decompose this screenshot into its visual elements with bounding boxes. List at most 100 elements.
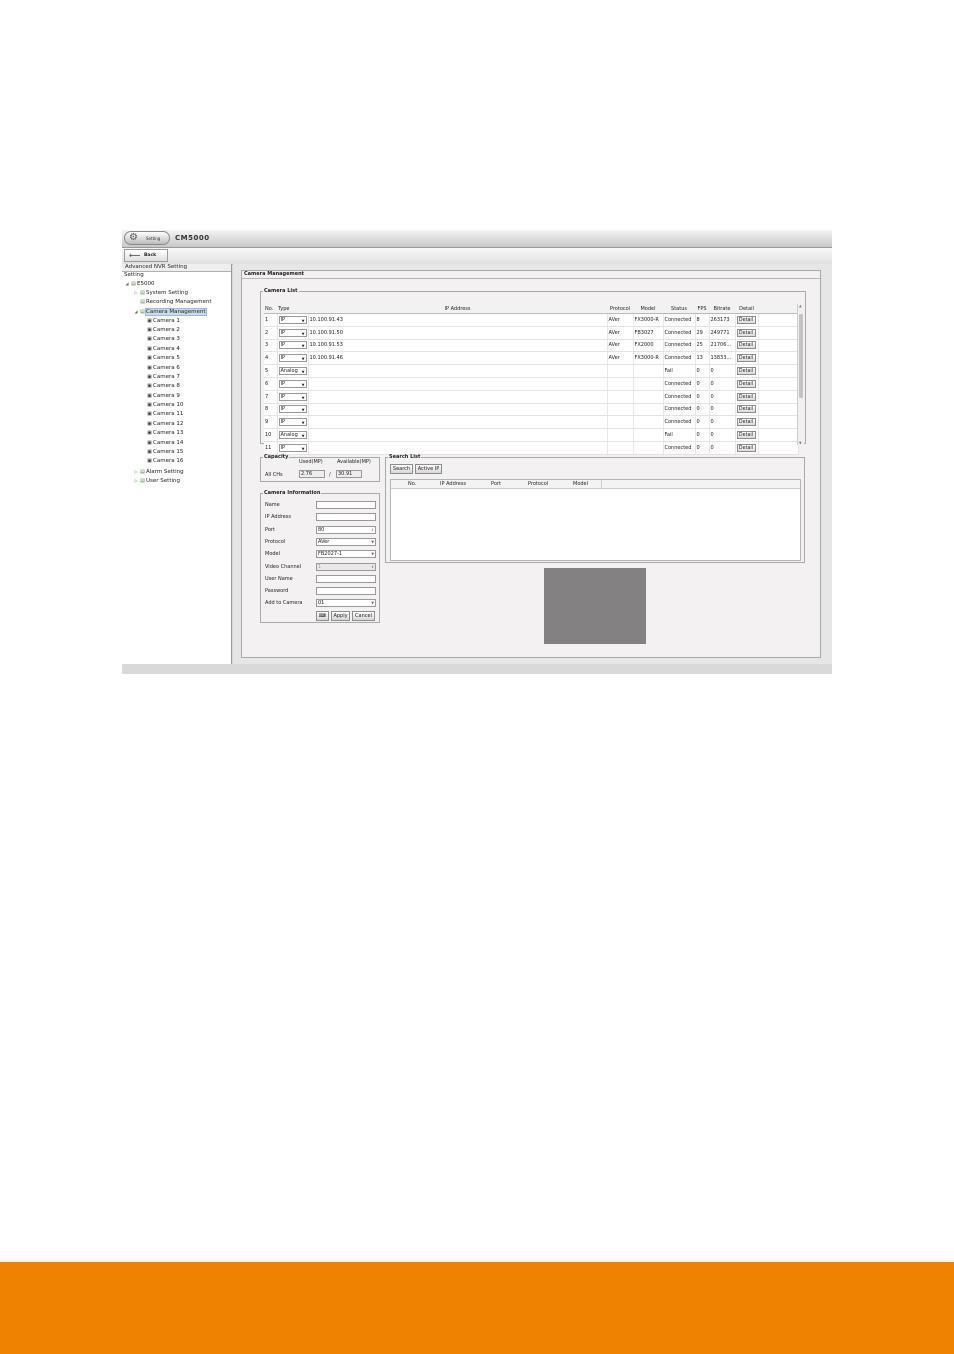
table-row[interactable]: 1 IP ▼ 10.100.91.43 AVer FX3000-R Connected 8 26… <box>264 313 799 327</box>
cell-detail[interactable]: Detail <box>735 351 759 366</box>
cell-type[interactable]: IP ▼ <box>277 313 309 327</box>
cell-detail[interactable]: Detail <box>735 441 759 455</box>
cell-type[interactable]: IP ▼ <box>277 339 309 353</box>
detail-button[interactable]: Detail <box>736 367 756 376</box>
back-button[interactable]: ⟵ Back <box>124 249 168 262</box>
cell-type[interactable]: IP ▼ <box>277 390 309 404</box>
detail-button[interactable]: Detail <box>736 354 756 363</box>
detail-button[interactable]: Detail <box>736 341 756 350</box>
tree-item[interactable]: ▣Camera 1 <box>122 317 231 326</box>
table-row[interactable]: 6 IP ▼ Connected 0 0 Detail <box>264 377 799 391</box>
tree-item[interactable]: ▣Camera 5 <box>122 354 231 363</box>
type-select[interactable]: IP ▼ <box>278 379 307 388</box>
detail-button[interactable]: Detail <box>736 418 756 427</box>
tree-item[interactable]: ▣Camera 14 <box>122 439 231 448</box>
type-select[interactable]: IP ▼ <box>278 328 307 337</box>
tree-item[interactable]: ▣Camera 3 <box>122 335 231 344</box>
type-select[interactable]: IP ▼ <box>278 354 307 363</box>
cell-ip: 10.100.91.53 <box>308 339 608 353</box>
tree-item[interactable]: ▣Camera 13 <box>122 429 231 438</box>
detail-button[interactable]: Detail <box>736 379 756 388</box>
cancel-button[interactable]: Cancel <box>352 611 375 621</box>
tree-item[interactable]: ▣Camera 15 <box>122 448 231 457</box>
detail-button[interactable]: Detail <box>736 315 756 324</box>
tree-item[interactable]: ▣Camera 10 <box>122 401 231 410</box>
table-row[interactable]: 9 IP ▼ Connected 0 0 Detail <box>264 415 799 430</box>
tree-item[interactable]: ▷ ▤Alarm Setting <box>122 467 231 476</box>
tree-item[interactable]: ◢ ▤Camera Management <box>122 307 231 317</box>
camera-list-scrollbar[interactable]: ▲ ▼ <box>797 304 804 445</box>
detail-button[interactable]: Detail <box>736 328 756 337</box>
cell-type[interactable]: IP ▼ <box>277 351 309 366</box>
table-row[interactable]: 7 IP ▼ Connected 0 0 Detail <box>264 390 799 404</box>
cell-type[interactable]: IP ▼ <box>277 403 309 417</box>
detail-button[interactable]: Detail <box>736 405 756 414</box>
tree-item[interactable]: ▷ ▤User Setting <box>122 476 231 485</box>
scroll-down-arrow-icon[interactable]: ▼ <box>799 441 802 445</box>
table-row[interactable]: 5 Analog ▼ Fail 0 0 Detail <box>264 364 799 378</box>
tree-item[interactable]: ▣Camera 12 <box>122 420 231 429</box>
cell-detail[interactable]: Detail <box>735 403 759 417</box>
cell-type[interactable]: IP ▼ <box>277 326 309 340</box>
port-stepper[interactable]: 80 ⇕ <box>316 525 376 534</box>
select-field[interactable]: FB2027-1 ▼ <box>316 550 376 559</box>
input-field[interactable] <box>316 587 376 596</box>
cell-ip <box>308 403 608 417</box>
cell-detail[interactable]: Detail <box>735 415 759 430</box>
input-field[interactable] <box>316 501 376 509</box>
select-field[interactable]: AVer ▼ <box>316 537 376 546</box>
tree-item[interactable]: ▷ ▤System Setting <box>122 288 231 297</box>
detail-button[interactable]: Detail <box>736 431 756 440</box>
cell-detail[interactable]: Detail <box>735 326 759 340</box>
table-row[interactable]: 3 IP ▼ 10.100.91.53 AVer FX2000 Connected 25 217… <box>264 339 799 353</box>
active-ip-button[interactable]: Active IP <box>415 464 442 474</box>
tree-item[interactable]: ▣Camera 2 <box>122 326 231 335</box>
apply-button[interactable]: Apply <box>331 611 350 621</box>
tree-item[interactable]: ▣Camera 7 <box>122 373 231 382</box>
type-select[interactable]: IP ▼ <box>278 418 307 427</box>
tree-item[interactable]: ▣Camera 4 <box>122 345 231 354</box>
cell-detail[interactable]: Detail <box>735 390 759 404</box>
cell-detail[interactable]: Detail <box>735 339 759 353</box>
type-select[interactable]: IP ▼ <box>278 443 307 452</box>
input-field[interactable] <box>316 513 376 522</box>
input-field[interactable] <box>316 574 376 583</box>
cell-empty <box>758 390 799 404</box>
type-select[interactable]: Analog ▼ <box>278 367 307 376</box>
detail-button[interactable]: Detail <box>736 443 756 452</box>
cell-detail[interactable]: Detail <box>735 377 759 391</box>
tree-item[interactable]: ▣Camera 9 <box>122 392 231 401</box>
cell-type[interactable]: IP ▼ <box>277 377 309 391</box>
table-row[interactable]: 2 IP ▼ 10.100.91.50 AVer FB3027 Connected 29 249… <box>264 326 799 340</box>
scrollbar-thumb[interactable] <box>799 314 803 398</box>
cell-type[interactable]: IP ▼ <box>277 415 309 430</box>
cell-detail[interactable]: Detail <box>735 364 759 378</box>
cell-type[interactable]: IP ▼ <box>277 441 309 455</box>
table-row[interactable]: 10 Analog ▼ Fail 0 0 Detail <box>264 428 799 442</box>
tree-item[interactable]: ▣Camera 6 <box>122 364 231 373</box>
type-select[interactable]: IP ▼ <box>278 392 307 401</box>
type-select[interactable]: IP ▼ <box>278 315 307 324</box>
table-row[interactable]: 11 IP ▼ Connected 0 0 Detail <box>264 441 799 455</box>
scroll-up-arrow-icon[interactable]: ▲ <box>799 304 802 308</box>
cell-detail[interactable]: Detail <box>735 313 759 327</box>
tree-item[interactable]: ◢ ▤E5000 <box>122 279 231 288</box>
type-select[interactable]: IP ▼ <box>278 341 307 350</box>
keyboard-button[interactable]: ⌨ <box>316 611 329 621</box>
tree-item[interactable]: ▤Recording Management <box>122 298 231 307</box>
type-select[interactable]: IP ▼ <box>278 405 307 414</box>
table-row[interactable]: 4 IP ▼ 10.100.91.46 AVer FX3000-R Connected 13 1… <box>264 351 799 366</box>
cell-type[interactable]: Analog ▼ <box>277 364 309 378</box>
select-field[interactable]: 01 ▼ <box>316 599 376 608</box>
tree-item[interactable]: ▣Camera 16 <box>122 457 231 466</box>
tree-item[interactable]: ▣Camera 8 <box>122 382 231 391</box>
table-row[interactable]: 8 IP ▼ Connected 0 0 Detail <box>264 403 799 417</box>
setting-button[interactable]: ⚙ Setting <box>124 231 170 245</box>
detail-button[interactable]: Detail <box>736 392 756 401</box>
tree-item[interactable]: ▣Camera 11 <box>122 410 231 419</box>
type-select[interactable]: Analog ▼ <box>278 431 307 440</box>
cell-detail[interactable]: Detail <box>735 428 759 442</box>
toolbar: ⟵ Back <box>122 248 832 265</box>
search-button[interactable]: Search <box>390 464 413 474</box>
cell-type[interactable]: Analog ▼ <box>277 428 309 442</box>
